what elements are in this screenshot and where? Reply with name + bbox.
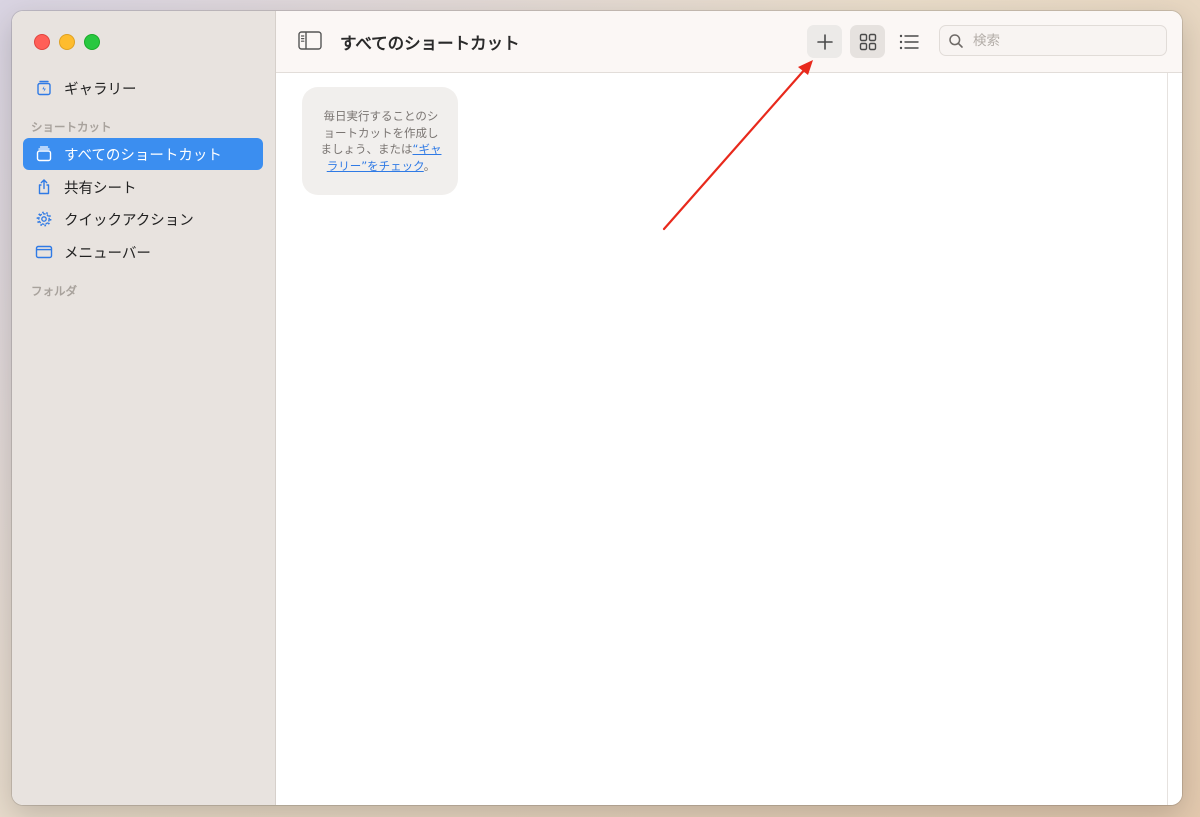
sidebar-toggle-button[interactable] bbox=[298, 30, 322, 52]
gallery-icon bbox=[35, 79, 53, 97]
sidebar: ギャラリー ショートカット すべてのショートカット 共有シート クイックアクショ… bbox=[12, 11, 276, 805]
scroll-area-divider bbox=[1167, 73, 1168, 805]
add-shortcut-button[interactable] bbox=[807, 25, 842, 58]
grid-view-button[interactable] bbox=[850, 25, 885, 58]
gear-icon bbox=[35, 210, 53, 228]
sidebar-item-label: ギャラリー bbox=[64, 81, 137, 98]
section-header-shortcuts: ショートカット bbox=[31, 120, 112, 134]
sidebar-item-share-sheet[interactable]: 共有シート bbox=[23, 171, 263, 203]
sidebar-item-quick-actions[interactable]: クイックアクション bbox=[23, 203, 263, 235]
shortcuts-window: ギャラリー ショートカット すべてのショートカット 共有シート クイックアクショ… bbox=[12, 11, 1182, 805]
search-icon bbox=[949, 33, 963, 48]
sidebar-item-all-shortcuts[interactable]: すべてのショートカット bbox=[23, 138, 263, 170]
close-window-button[interactable] bbox=[34, 34, 50, 50]
plus-icon bbox=[816, 33, 833, 50]
sidebar-item-gallery[interactable]: ギャラリー bbox=[23, 72, 263, 104]
grid-icon bbox=[859, 33, 876, 50]
share-icon bbox=[35, 178, 53, 196]
toolbar: すべてのショートカット bbox=[276, 11, 1182, 73]
sidebar-item-label: 共有シート bbox=[64, 180, 137, 197]
menubar-window-icon bbox=[35, 243, 53, 261]
search-input[interactable] bbox=[971, 31, 1155, 50]
shortcuts-stack-icon bbox=[35, 145, 53, 163]
window-controls bbox=[34, 34, 100, 50]
sidebar-item-menu-bar[interactable]: メニューバー bbox=[23, 236, 263, 268]
list-icon bbox=[899, 34, 919, 49]
sidebar-toggle-icon bbox=[298, 31, 322, 50]
sidebar-item-label: クイックアクション bbox=[64, 212, 194, 229]
shortcuts-content-area: 毎日実行することのショートカットを作成しましょう、または“ギャラリー”をチェック… bbox=[276, 73, 1182, 805]
minimize-window-button[interactable] bbox=[59, 34, 75, 50]
zoom-window-button[interactable] bbox=[84, 34, 100, 50]
page-title: すべてのショートカット bbox=[340, 34, 520, 53]
empty-state-suffix: 。 bbox=[423, 158, 436, 173]
empty-state-card: 毎日実行することのショートカットを作成しましょう、または“ギャラリー”をチェック… bbox=[302, 87, 458, 195]
list-view-button[interactable] bbox=[891, 25, 926, 58]
search-field[interactable] bbox=[939, 25, 1167, 56]
sidebar-item-label: メニューバー bbox=[64, 245, 151, 262]
sidebar-item-label: すべてのショートカット bbox=[64, 147, 222, 164]
section-header-folders: フォルダ bbox=[31, 284, 77, 298]
